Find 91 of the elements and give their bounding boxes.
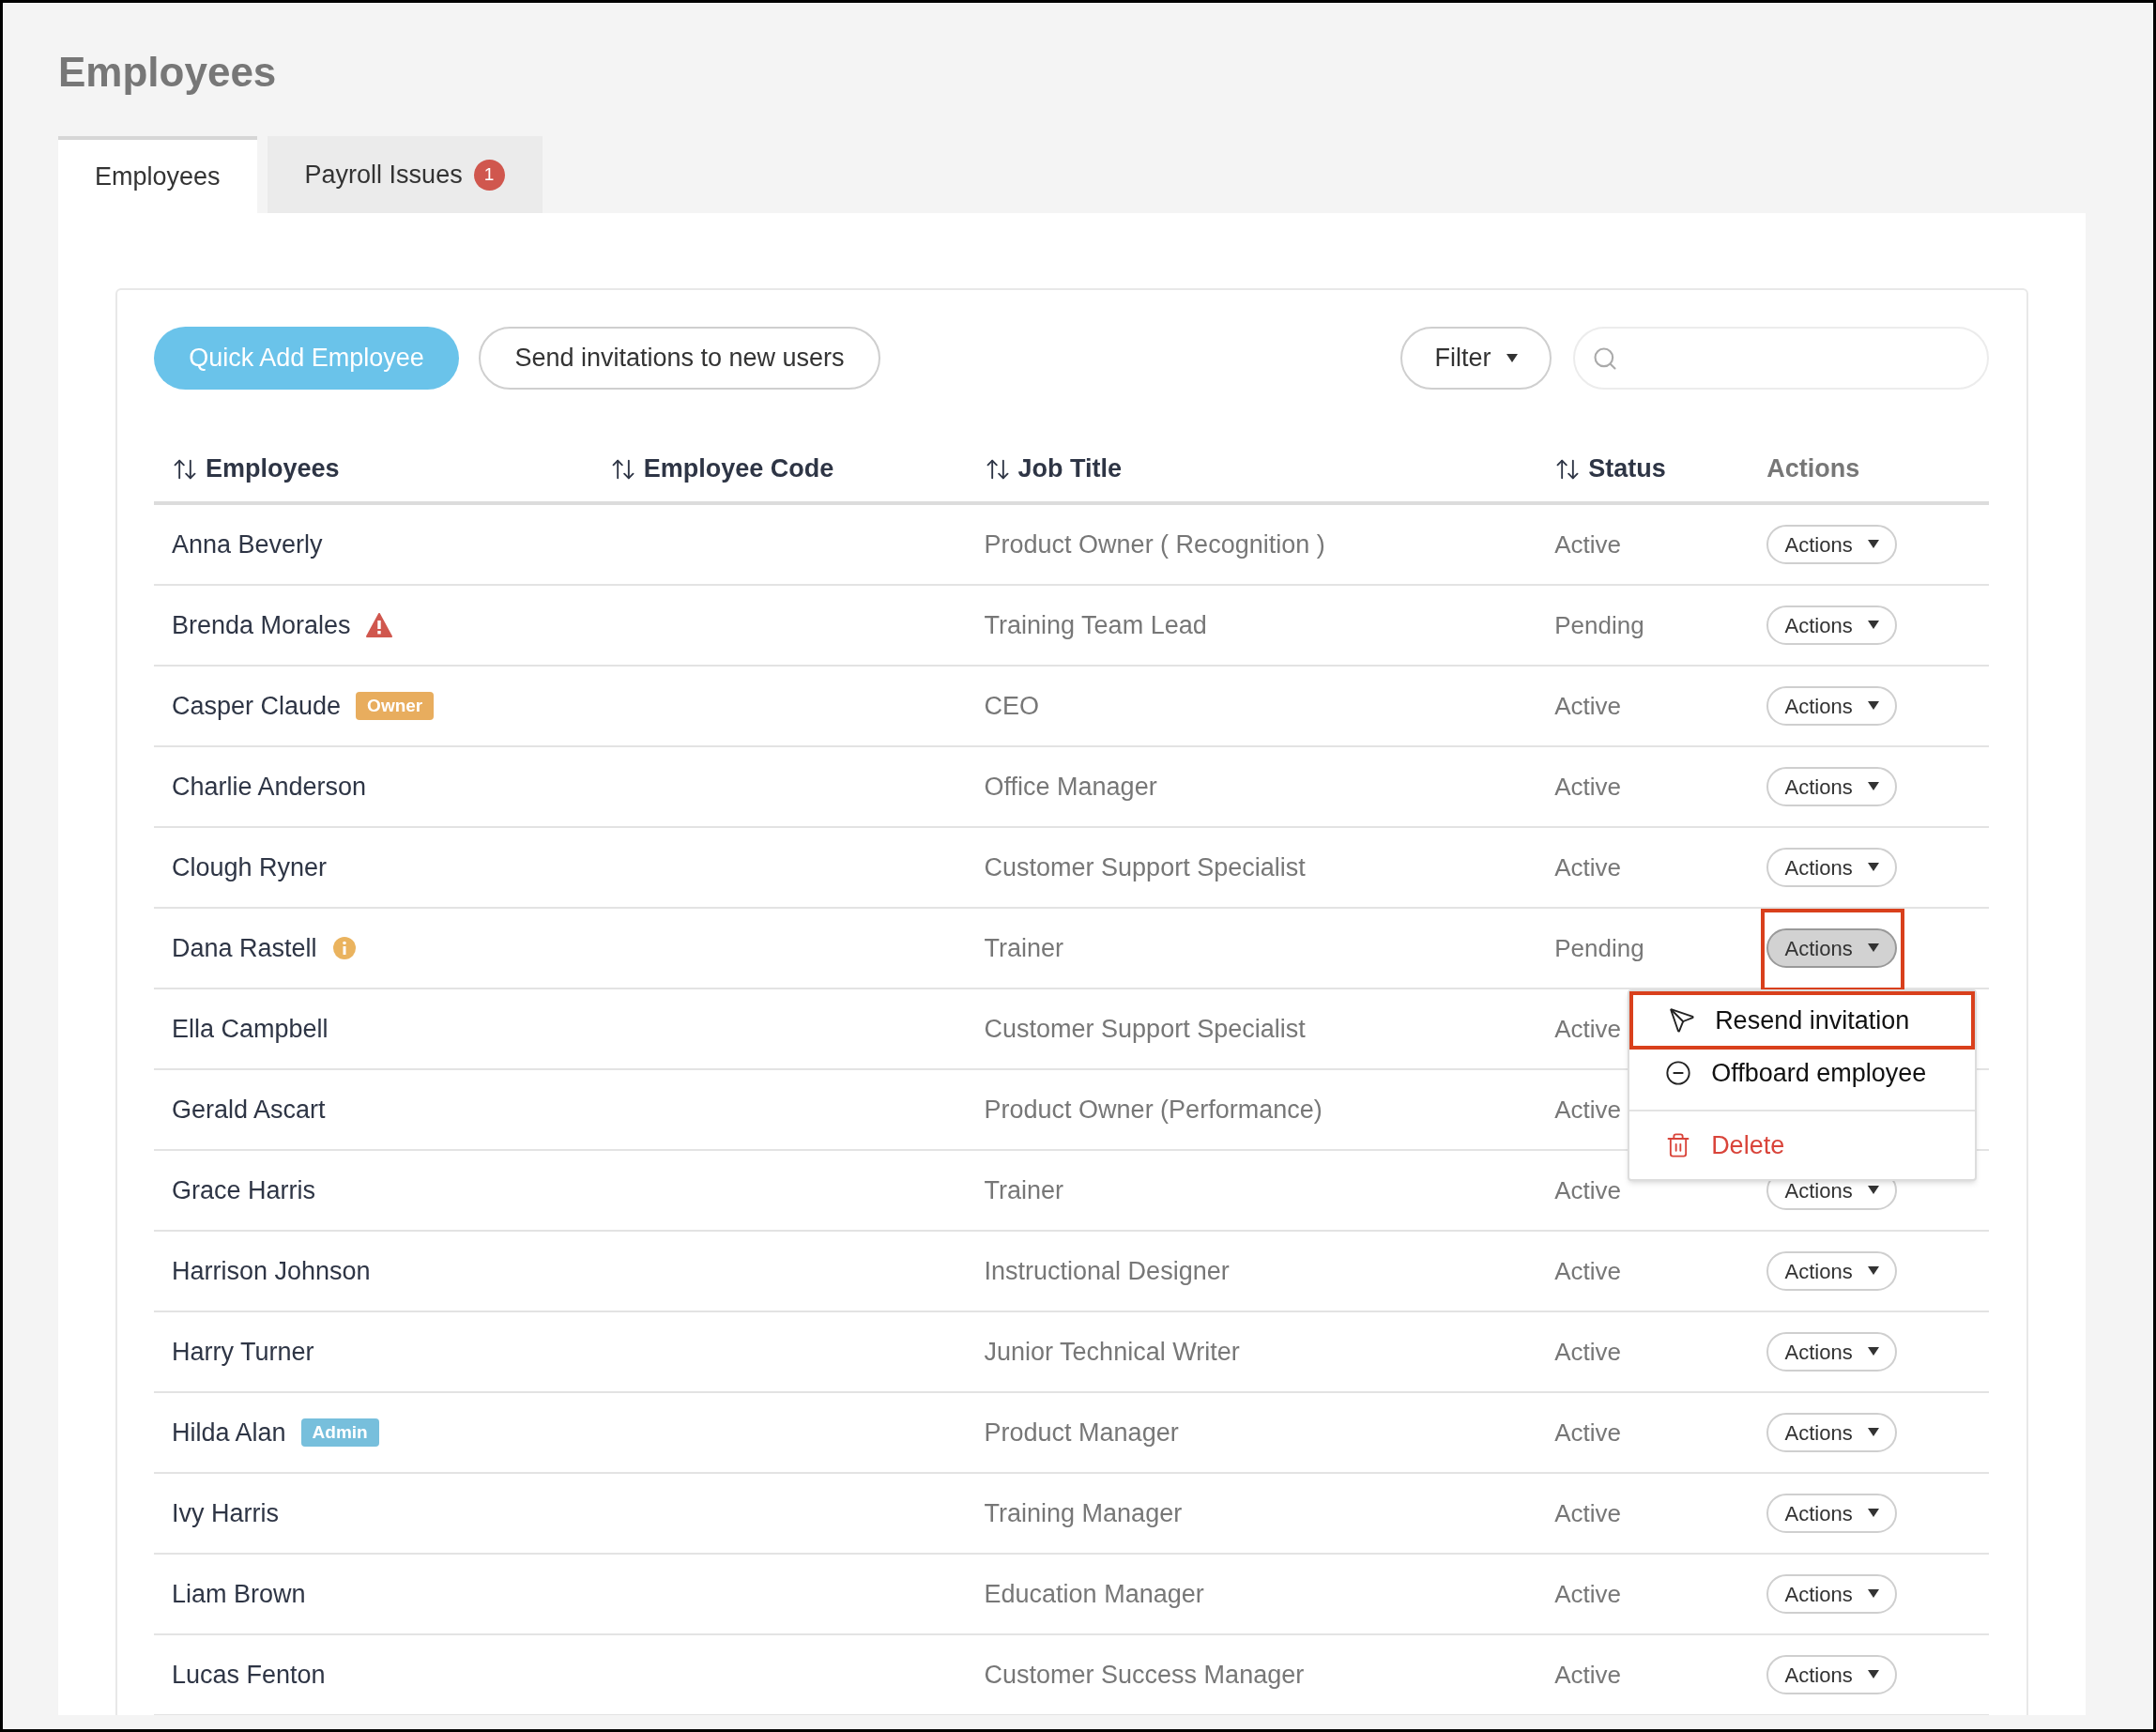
- job-title: Customer Support Specialist: [984, 1014, 1306, 1043]
- actions-dropdown[interactable]: Actions: [1766, 928, 1898, 968]
- employee-name: Ella Campbell: [172, 1013, 329, 1045]
- search-icon: [1592, 345, 1618, 372]
- column-header[interactable]: Employee Code: [643, 450, 834, 488]
- job-title: Junior Technical Writer: [984, 1337, 1240, 1366]
- actions-dropdown[interactable]: Actions: [1766, 1494, 1898, 1533]
- send-invitations-button[interactable]: Send invitations to new users: [479, 327, 880, 390]
- job-title: Education Manager: [984, 1579, 1204, 1608]
- job-title: Training Team Lead: [984, 610, 1207, 639]
- actions-dropdown[interactable]: Actions: [1766, 525, 1898, 564]
- caret-icon: [1506, 353, 1518, 363]
- actions-dropdown[interactable]: Actions: [1766, 605, 1898, 645]
- caret-icon: [1867, 1509, 1879, 1518]
- column-header[interactable]: Status: [1588, 450, 1666, 488]
- caret-icon: [1867, 943, 1879, 953]
- employee-name: Ivy Harris: [172, 1497, 279, 1529]
- caret-icon: [1867, 863, 1879, 872]
- status-text: Active: [1554, 529, 1622, 559]
- minus-circle-icon: [1665, 1060, 1692, 1086]
- status-text: Pending: [1554, 933, 1644, 962]
- status-text: Active: [1554, 1660, 1622, 1689]
- status-text: Active: [1554, 1337, 1622, 1366]
- search-field[interactable]: [1573, 327, 1989, 390]
- actions-dropdown[interactable]: Actions: [1766, 767, 1898, 806]
- caret-icon: [1867, 701, 1879, 711]
- caret-icon: [1867, 540, 1879, 549]
- page-title: Employees: [58, 48, 277, 97]
- status-text: Active: [1554, 772, 1622, 801]
- column-header[interactable]: Employees: [206, 450, 340, 488]
- menu-item[interactable]: Resend invitation: [1629, 991, 1976, 1050]
- actions-dropdown[interactable]: Actions: [1766, 1332, 1898, 1372]
- job-title: Product Owner (Performance): [984, 1095, 1323, 1124]
- actions-dropdown[interactable]: Actions: [1766, 848, 1898, 887]
- actions-dropdown[interactable]: Actions: [1766, 1413, 1898, 1452]
- employee-name: Casper Claude: [172, 690, 342, 722]
- status-text: Pending: [1554, 610, 1644, 639]
- menu-item[interactable]: Offboard employee: [1629, 1050, 1976, 1096]
- status-text: Active: [1554, 1418, 1622, 1447]
- actions-dropdown[interactable]: Actions: [1766, 1655, 1898, 1694]
- employee-name: Harry Turner: [172, 1336, 314, 1368]
- actions-dropdown[interactable]: Actions: [1766, 1574, 1898, 1614]
- employee-name: Anna Beverly: [172, 529, 323, 560]
- caret-icon: [1867, 1347, 1879, 1356]
- menu-item[interactable]: Delete: [1629, 1117, 1976, 1173]
- employee-name: Charlie Anderson: [172, 771, 367, 803]
- job-title: Office Manager: [984, 772, 1157, 801]
- caret-icon: [1867, 782, 1879, 791]
- job-title: Instructional Designer: [984, 1256, 1230, 1285]
- caret-icon: [1867, 621, 1879, 630]
- tab[interactable]: Employees: [58, 136, 257, 213]
- job-title: Trainer: [984, 933, 1064, 962]
- role-tag: Admin: [300, 1418, 379, 1447]
- status-text: Active: [1554, 1095, 1622, 1124]
- employee-name: Gerald Ascart: [172, 1094, 326, 1126]
- employee-name: Lucas Fenton: [172, 1659, 326, 1691]
- status-text: Active: [1554, 691, 1622, 720]
- caret-icon: [1867, 1589, 1879, 1599]
- paper-plane-icon: [1669, 1007, 1696, 1034]
- employee-name: Clough Ryner: [172, 851, 328, 883]
- count-badge: 1: [473, 159, 505, 191]
- caret-icon: [1867, 1670, 1879, 1679]
- column-header: Actions: [1766, 453, 1860, 485]
- status-text: Active: [1554, 1498, 1622, 1527]
- employee-name: Dana Rastell: [172, 932, 317, 964]
- job-title: Product Manager: [984, 1418, 1179, 1447]
- status-text: Active: [1554, 852, 1622, 881]
- caret-icon: [1867, 1186, 1879, 1195]
- status-text: Active: [1554, 1014, 1622, 1043]
- status-text: Active: [1554, 1579, 1622, 1608]
- caret-icon: [1867, 1266, 1879, 1276]
- employee-name: Grace Harris: [172, 1174, 316, 1206]
- actions-dropdown[interactable]: Actions: [1766, 686, 1898, 726]
- tab[interactable]: Payroll Issues 1: [267, 136, 543, 213]
- actions-dropdown[interactable]: Actions: [1766, 1251, 1898, 1291]
- status-text: Active: [1554, 1256, 1622, 1285]
- caret-icon: [1867, 1428, 1879, 1437]
- job-title: Customer Support Specialist: [984, 852, 1306, 881]
- employee-name: Hilda Alan: [172, 1417, 286, 1448]
- job-title: Customer Success Manager: [984, 1660, 1305, 1689]
- column-header[interactable]: Job Title: [1017, 450, 1123, 488]
- job-title: Trainer: [984, 1175, 1064, 1204]
- employee-name: Liam Brown: [172, 1578, 306, 1610]
- employee-name: Brenda Morales: [172, 609, 351, 641]
- employee-name: Harrison Johnson: [172, 1255, 371, 1287]
- job-title: Training Manager: [984, 1498, 1183, 1527]
- role-tag: Owner: [356, 692, 435, 720]
- job-title: Product Owner ( Recognition ): [984, 529, 1325, 559]
- filter-button[interactable]: Filter: [1400, 327, 1552, 390]
- job-title: CEO: [984, 691, 1040, 720]
- status-text: Active: [1554, 1175, 1622, 1204]
